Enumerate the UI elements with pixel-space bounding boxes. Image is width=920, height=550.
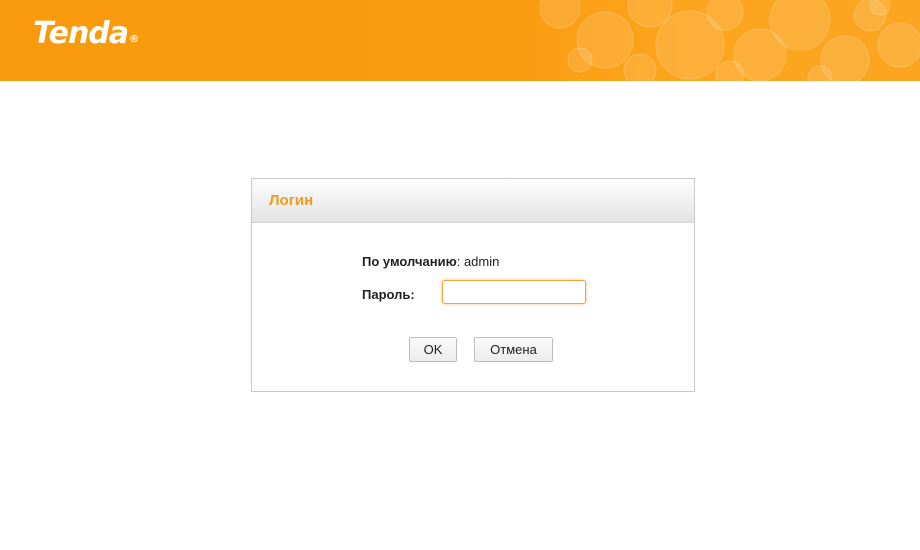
password-label: Пароль: [362,287,415,302]
header-banner: Tenda® [0,0,920,81]
default-label: По умолчанию [362,254,457,269]
default-credentials-row: По умолчанию: admin [362,254,499,269]
login-panel: Логин По умолчанию: admin Пароль: OK Отм… [251,178,695,392]
login-panel-header: Логин [252,179,694,223]
tenda-logo: Tenda® [33,14,139,54]
password-input[interactable] [442,280,586,304]
default-separator: : [456,254,461,269]
default-value: admin [463,254,500,269]
logo-text: Tenda [33,16,129,51]
login-title: Логин [269,192,314,209]
ok-button[interactable]: OK [409,337,457,362]
registered-mark-icon: ® [129,34,139,45]
cancel-button[interactable]: Отмена [474,337,553,362]
